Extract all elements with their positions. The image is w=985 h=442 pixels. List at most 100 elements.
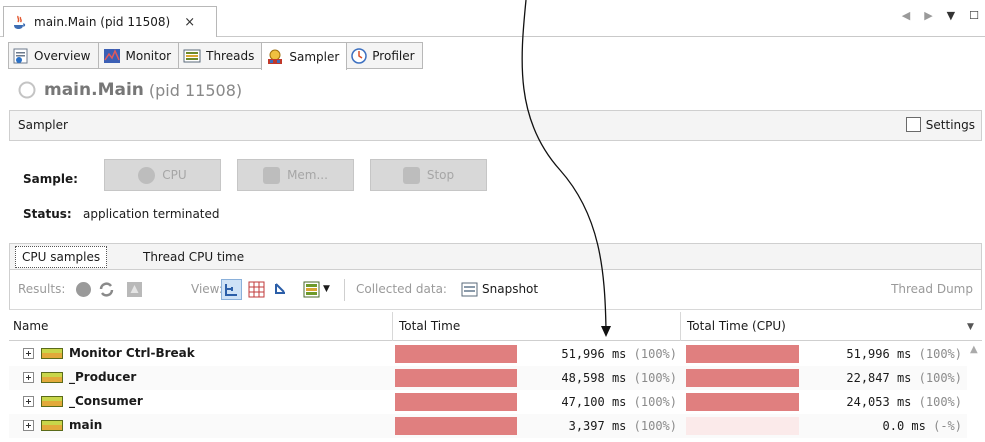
total-time-cpu-ms: 0.0 ms [882,419,926,433]
column-header-total-time[interactable]: Total Time [399,319,460,333]
total-time-cpu-bar [686,369,799,387]
document-tab[interactable]: main.Main (pid 11508) × [3,6,217,37]
settings-label: Settings [925,117,975,132]
total-time-cpu-bar [686,417,799,435]
maximize-icon[interactable]: ☐ [969,9,979,22]
profiler-icon [351,47,368,64]
tab-threads[interactable]: Threads [178,42,263,69]
dropdown-icon[interactable]: ▼ [947,9,955,22]
memory-button[interactable]: Mem... [237,159,354,191]
column-divider [392,312,393,341]
memory-button-label: Mem... [287,168,328,182]
thread-name: Monitor Ctrl-Break [69,346,195,360]
total-time-cpu-ms: 22,847 ms [846,371,912,385]
sampler-icon [268,49,283,64]
title-main: main.Main [44,80,144,100]
total-time-cpu-bar [686,393,799,411]
back-traces-icon[interactable] [273,281,290,298]
total-time-bar [395,369,517,387]
column-chooser-icon[interactable]: ▼ [967,322,974,332]
tab-overview[interactable]: Overview [8,42,99,69]
scroll-left-icon[interactable]: ◀ [902,9,910,22]
hot-spots-icon[interactable] [248,281,265,298]
sampler-header-label: Sampler [18,118,68,132]
refresh-icon[interactable] [98,281,115,298]
column-divider [680,312,681,341]
tab-sampler-label: Sampler [289,49,340,64]
pause-icon[interactable] [75,281,92,298]
threads-icon [183,49,201,62]
scroll-right-icon[interactable]: ▶ [924,9,932,22]
total-time-cpu-percent: (100%) [918,371,962,385]
total-time-bar-fill [395,417,517,435]
total-time-cpu-bar-fill [686,369,799,387]
thread-name: _Producer [69,370,137,384]
expand-icon[interactable] [23,419,34,431]
tab-monitor-label: Monitor [125,48,172,63]
expand-icon[interactable] [23,347,34,359]
view-options-dropdown-icon[interactable]: ▼ [323,284,330,294]
close-icon[interactable]: × [184,15,195,30]
thread-name-cell: main [23,418,102,432]
table-row[interactable]: _Producer 48,598 ms (100%) 22,847 ms (10… [9,366,967,390]
total-time-cpu-ms: 24,053 ms [846,395,912,409]
column-header-name[interactable]: Name [13,319,48,333]
memory-icon [263,166,281,184]
table-row[interactable]: main 3,397 ms (100%) 0.0 ms (-%) [9,414,967,438]
thread-dump-button[interactable]: Thread Dump [891,282,973,296]
total-time-percent: (100%) [633,395,677,409]
status-label: Status: [23,207,72,221]
tab-cpu-samples[interactable]: CPU samples [15,246,108,268]
call-tree-icon[interactable] [221,279,242,300]
sampler-header: Sampler Settings [9,110,982,141]
table-row[interactable]: Monitor Ctrl-Break 51,996 ms (100%) 51,9… [9,342,967,366]
total-time-cpu-value: 0.0 ms (-%) [883,419,963,433]
total-time-value: 48,598 ms (100%) [561,371,677,385]
total-time-percent: (100%) [633,419,677,433]
total-time-bar [395,345,517,363]
total-time-value: 51,996 ms (100%) [561,347,677,361]
stop-button[interactable]: Stop [370,159,487,191]
cpu-button[interactable]: CPU [104,159,221,191]
status-value: application terminated [83,207,220,221]
page-title: main.Main (pid 11508) [18,80,242,100]
thread-name-cell: Monitor Ctrl-Break [23,346,195,360]
expand-icon[interactable] [23,395,34,407]
total-time-cpu-value: 24,053 ms (100%) [846,395,962,409]
table-row[interactable]: _Consumer 47,100 ms (100%) 24,053 ms (10… [9,390,967,414]
thread-icon [41,371,63,383]
total-time-ms: 51,996 ms [561,347,627,361]
window-controls: ◀ ▶ ▼ ☐ [902,9,979,22]
tab-profiler[interactable]: Profiler [346,42,423,69]
total-time-bar [395,393,517,411]
tab-profiler-label: Profiler [372,48,415,63]
view-label: View: [191,282,223,296]
snapshot-button[interactable]: Snapshot [482,282,538,296]
view-options-icon[interactable] [303,281,320,298]
snapshot-icon[interactable] [461,281,478,298]
column-header-total-time-cpu[interactable]: Total Time (CPU) [687,319,786,333]
sample-label: Sample: [23,172,78,186]
total-time-bar-fill [395,393,517,411]
scroll-up-icon[interactable]: ▲ [970,344,978,355]
total-time-value: 47,100 ms (100%) [561,395,677,409]
overview-icon [13,48,28,63]
status-circle-icon [18,81,36,99]
cpu-tabs: CPU samples Thread CPU time [9,243,982,270]
total-time-percent: (100%) [633,347,677,361]
collected-data-label: Collected data: [356,282,447,296]
thread-icon [41,419,63,431]
total-time-cpu-ms: 51,996 ms [846,347,912,361]
table-header: Name Total Time Total Time (CPU) ▼ [9,312,982,341]
vertical-scrollbar[interactable] [967,341,982,442]
tab-sampler[interactable]: Sampler [261,42,348,70]
delta-icon[interactable] [126,281,143,298]
settings-toggle[interactable]: Settings [905,117,975,132]
results-toolbar: Results: View: ▼ Collected data: Snapsho… [9,270,982,310]
expand-icon[interactable] [23,371,34,383]
thread-name: _Consumer [69,394,143,408]
tab-overview-label: Overview [34,48,91,63]
settings-checkbox[interactable] [905,117,921,132]
tab-thread-cpu-time[interactable]: Thread CPU time [137,246,250,268]
tab-monitor[interactable]: Monitor [97,42,180,69]
